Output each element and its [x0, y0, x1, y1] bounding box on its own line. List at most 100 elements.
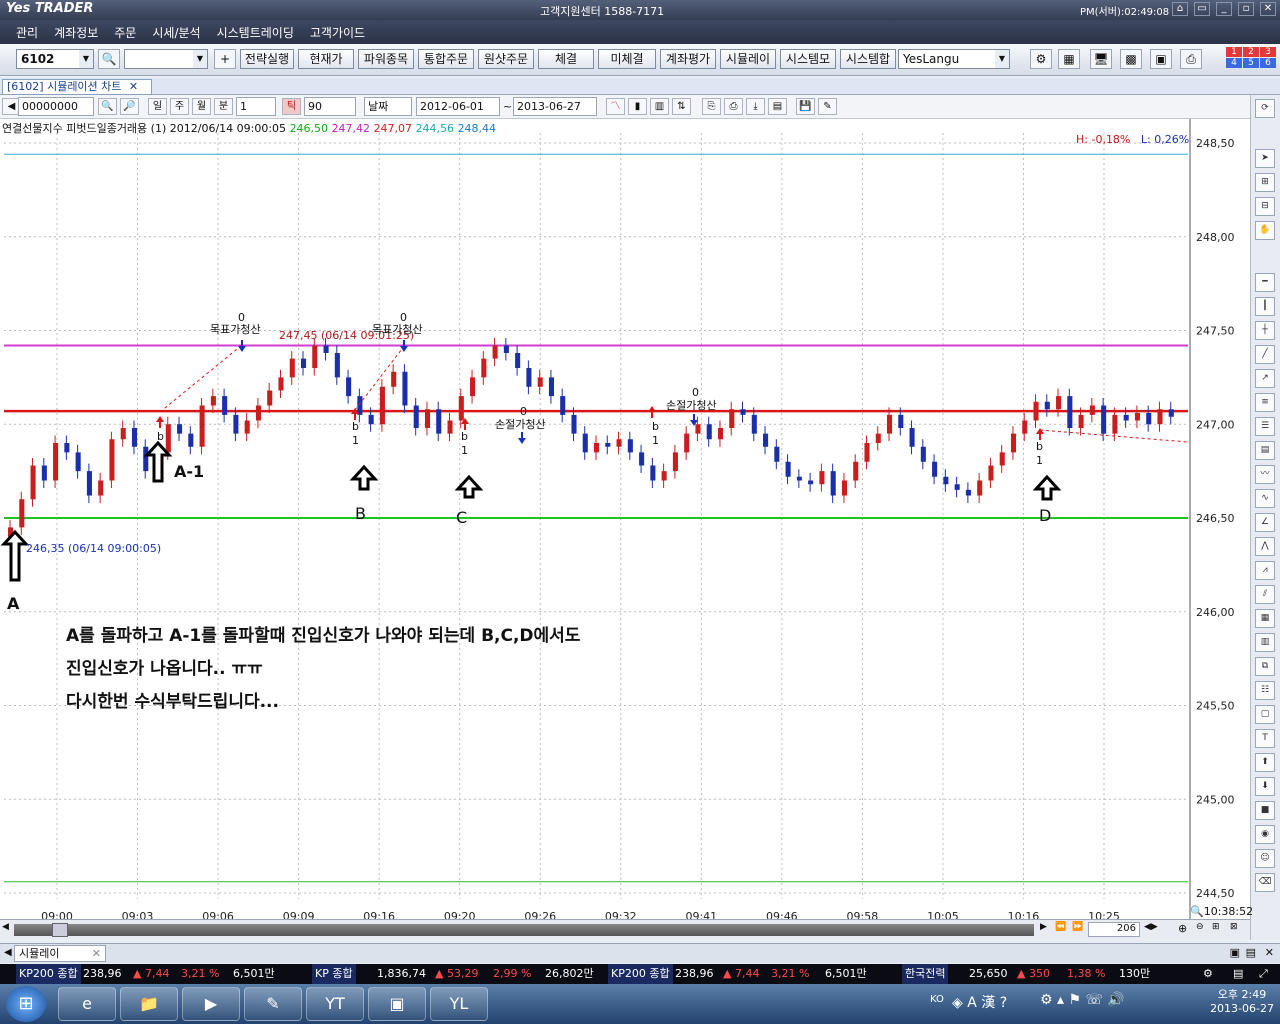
period-week[interactable]: 주 [170, 98, 189, 115]
zoom-arrows-icon[interactable]: ◀▶ [1144, 922, 1158, 932]
strategy-run-button[interactable]: 전략실행 [240, 49, 294, 69]
panel-list-icon[interactable]: ▤ [1246, 946, 1256, 959]
period-tick[interactable]: 틱 [282, 98, 301, 115]
vline-icon[interactable]: ┃ [1255, 297, 1275, 316]
menu-item-guide[interactable]: 고객가이드 [310, 24, 365, 41]
interval-select[interactable]: 1 [236, 97, 276, 116]
ime-icons[interactable]: ◈ A 漢 ? [952, 992, 1007, 1012]
circle-icon[interactable]: ◉ [1255, 825, 1275, 844]
period-month[interactable]: 월 [192, 98, 211, 115]
close-button[interactable]: ✕ [1260, 2, 1276, 16]
print-icon[interactable]: ⎙ [724, 98, 743, 115]
period-minute[interactable]: 분 [214, 98, 233, 115]
edit-icon[interactable]: ✎ [818, 98, 837, 115]
screen-name-input[interactable]: ▼ [124, 49, 208, 69]
menu-item-manage[interactable]: 관리 [16, 24, 38, 41]
minimize-button[interactable]: _ [1216, 2, 1232, 16]
screen-number-input[interactable]: 6102 ▼ [16, 49, 94, 69]
zoom-icon[interactable]: ⊞ [1255, 173, 1275, 192]
volume-overview[interactable] [14, 924, 1034, 936]
ticker-name[interactable]: KP200 종합 [608, 964, 673, 984]
tiles-icon[interactable]: ▩ [1120, 49, 1142, 69]
ticker-name[interactable]: 한국전력 [902, 964, 949, 984]
close-pane-icon[interactable]: ⊠ [1230, 922, 1238, 932]
execution-button[interactable]: 체결 [538, 49, 594, 69]
panel-close-icon[interactable]: ✕ [1265, 946, 1274, 959]
ray-icon[interactable]: ↗ [1255, 369, 1275, 388]
lines-icon[interactable]: ⫽ [1255, 585, 1275, 604]
hline-icon[interactable]: ━ [1255, 273, 1275, 292]
image-viewer-icon[interactable]: ▣ [368, 987, 426, 1021]
system-sum-button[interactable]: 시스템합 [840, 49, 896, 69]
folder-icon[interactable]: 📁 [120, 987, 178, 1021]
yestrader-icon[interactable]: YT [306, 987, 364, 1021]
panel-left-icon[interactable]: ◀ [4, 947, 12, 958]
face-icon[interactable]: ☺ [1255, 849, 1275, 868]
chart-area[interactable]: 248,50 248,00 247,50 247,00 246,50 246,00 245,… [0, 119, 1250, 923]
arrow-down-icon[interactable]: ⬇ [1255, 777, 1275, 796]
candle-icon[interactable]: ▮ [628, 98, 647, 115]
target-icon[interactable]: ⊕ [1178, 922, 1187, 935]
search-icon[interactable]: 🔍 [98, 49, 120, 69]
layout-6[interactable]: 6 [1260, 58, 1276, 68]
start-button[interactable]: ⊞ [6, 986, 46, 1022]
zoom-minus-icon[interactable]: ⊖ [1196, 922, 1204, 932]
layout-3[interactable]: 3 [1260, 47, 1276, 57]
layout-4[interactable]: 4 [1226, 58, 1242, 68]
bars-tool-icon[interactable]: ▥ [1255, 633, 1275, 652]
channel-icon[interactable]: ≡ [1255, 393, 1275, 412]
window-icon[interactable]: ▣ [1150, 49, 1172, 69]
panel-window-icon[interactable]: ▣ [1230, 946, 1240, 959]
oneshot-order-button[interactable]: 원샷주문 [478, 49, 534, 69]
integrated-order-button[interactable]: 통합주문 [418, 49, 474, 69]
refresh-icon[interactable]: ⟳ [1255, 99, 1275, 118]
magnifier-icon[interactable]: 🔍 [1190, 905, 1204, 918]
layout-2[interactable]: 2 [1243, 47, 1259, 57]
magnifier-icon[interactable]: 🔎 [120, 98, 139, 115]
date-mode-select[interactable]: 날짜 [364, 97, 412, 116]
tick-select[interactable]: 90 [304, 97, 356, 116]
date-to-input[interactable]: 2013-06-27 [513, 97, 597, 116]
tray-clock[interactable]: 오후 2:49 2013-06-27 [1210, 986, 1274, 1015]
list-icon[interactable]: ▤ [1230, 964, 1246, 984]
chevron-down-icon[interactable]: ▼ [79, 50, 93, 68]
trend-icon[interactable]: 〽 [606, 98, 625, 115]
list-icon[interactable]: ☷ [1255, 681, 1275, 700]
pan-icon[interactable]: ✋ [1255, 221, 1275, 240]
unfilled-button[interactable]: 미체결 [598, 49, 656, 69]
search-icon[interactable]: 🔍 [98, 98, 117, 115]
menu-item-system-trading[interactable]: 시스템트레이딩 [217, 24, 294, 41]
rewind-icon[interactable]: ⏪ [1055, 922, 1066, 932]
cross-icon[interactable]: ┼ [1255, 321, 1275, 340]
language-select[interactable]: YesLangu ▼ [898, 49, 1010, 69]
printer-icon[interactable]: ⎙ [1180, 49, 1202, 69]
arrow-up-icon[interactable]: ⬆ [1255, 753, 1275, 772]
cursor-icon[interactable]: ➤ [1255, 149, 1275, 168]
ime-language[interactable]: KO [930, 994, 944, 1005]
menu-item-account[interactable]: 계좌정보 [54, 24, 98, 41]
export-icon[interactable]: ⤓ [746, 98, 765, 115]
restore-button[interactable]: ▭ [1194, 2, 1210, 16]
stack-icon[interactable]: ⧉ [1255, 657, 1275, 676]
menu-item-quotes[interactable]: 시세/분석 [152, 24, 200, 41]
media-icon[interactable]: ▶ [182, 987, 240, 1021]
system-mo-button[interactable]: 시스템모 [780, 49, 836, 69]
updown-icon[interactable]: ⇅ [672, 98, 691, 115]
angle-icon[interactable]: ∠ [1255, 513, 1275, 532]
tray-icons[interactable]: ⚙ ▴ ⚑ ☏ 🔊 [1040, 992, 1125, 1008]
eraser-icon[interactable]: ⌫ [1255, 873, 1275, 892]
monitor-icon[interactable]: 🖥 [1090, 49, 1112, 69]
scroll-right-icon[interactable]: ▶ [1040, 922, 1047, 932]
current-price-button[interactable]: 현재가 [298, 49, 354, 69]
close-icon[interactable]: ✕ [92, 946, 101, 961]
scroll-left-icon[interactable]: ◀ [2, 922, 9, 932]
notes-icon[interactable]: ✎ [244, 987, 302, 1021]
home-button[interactable]: ⌂ [1172, 2, 1188, 16]
period-day[interactable]: 일 [148, 98, 167, 115]
save-icon[interactable]: 💾 [796, 98, 815, 115]
menu-item-order[interactable]: 주문 [114, 24, 136, 41]
fib-icon[interactable]: ☰ [1255, 417, 1275, 436]
zoom-plus-icon[interactable]: ⊞ [1212, 922, 1220, 932]
trendline-icon[interactable]: ╱ [1255, 345, 1275, 364]
gann-icon[interactable]: ▤ [1255, 441, 1275, 460]
